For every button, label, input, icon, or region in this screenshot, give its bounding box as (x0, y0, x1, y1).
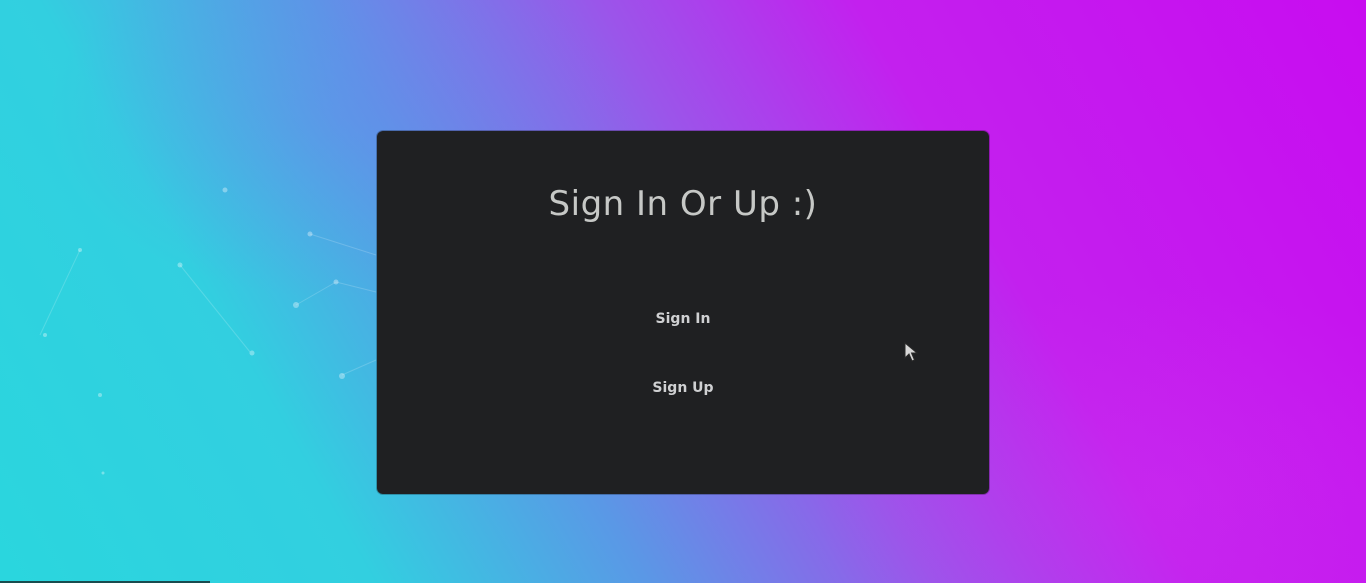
background-particle-network (39, 187, 377, 475)
mouse-pointer-icon (904, 342, 918, 362)
sign-in-button[interactable]: Sign In (646, 307, 721, 331)
sign-up-button[interactable]: Sign Up (642, 376, 723, 400)
page-title: Sign In Or Up :) (548, 184, 818, 224)
